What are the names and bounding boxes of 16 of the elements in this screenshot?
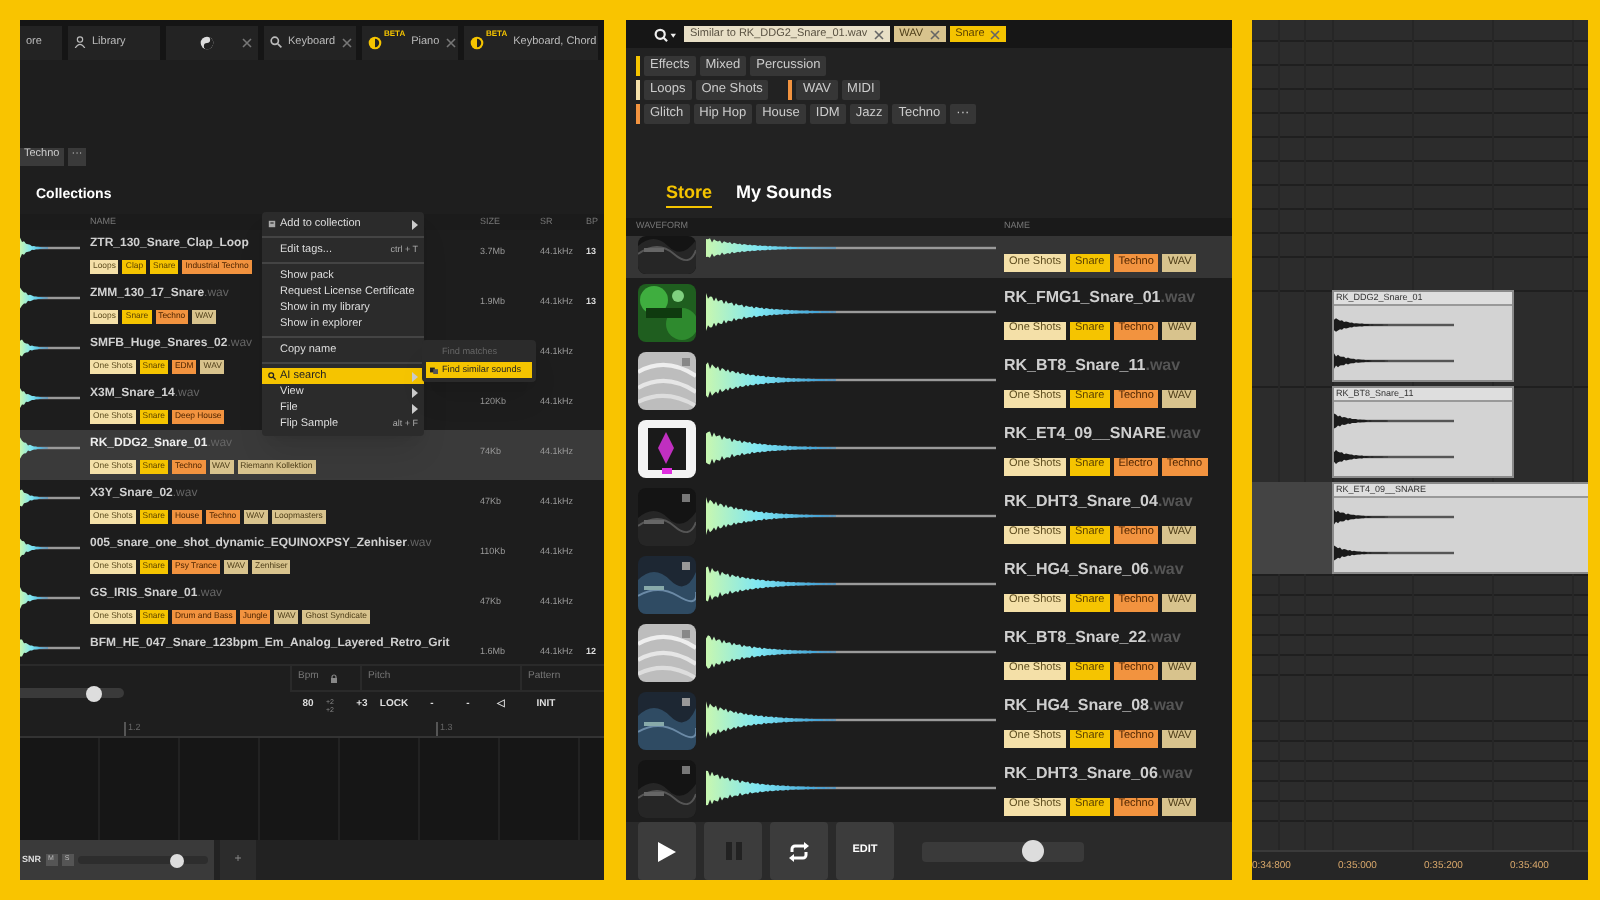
file-name: RK_HG4_Snare_08 [1004,693,1149,717]
file-name: RK_DHT3_Snare_06 [1004,761,1158,785]
file-extension: .wav [1148,693,1184,717]
file-name: RK_DHT3_Snare_04 [1004,489,1158,513]
file-extension: .wav [1160,285,1196,309]
file-name: RK_ET4_09__SNARE [1004,421,1166,445]
file-extension: .wav [1157,761,1193,785]
file-extension: .wav [1157,489,1193,513]
file-extension: .wav [1165,421,1201,445]
file-extension: .wav [1145,353,1181,377]
file-extension: .wav [1148,557,1184,581]
file-name: RK_HG4_Snare_06 [1004,557,1149,581]
file-name: RK_BT8_Snare_22 [1004,625,1147,649]
file-name: RK_BT8_Snare_11 [1004,353,1146,377]
file-name: RK_FMG1_Snare_01 [1004,285,1161,309]
file-extension: .wav [1146,625,1181,649]
